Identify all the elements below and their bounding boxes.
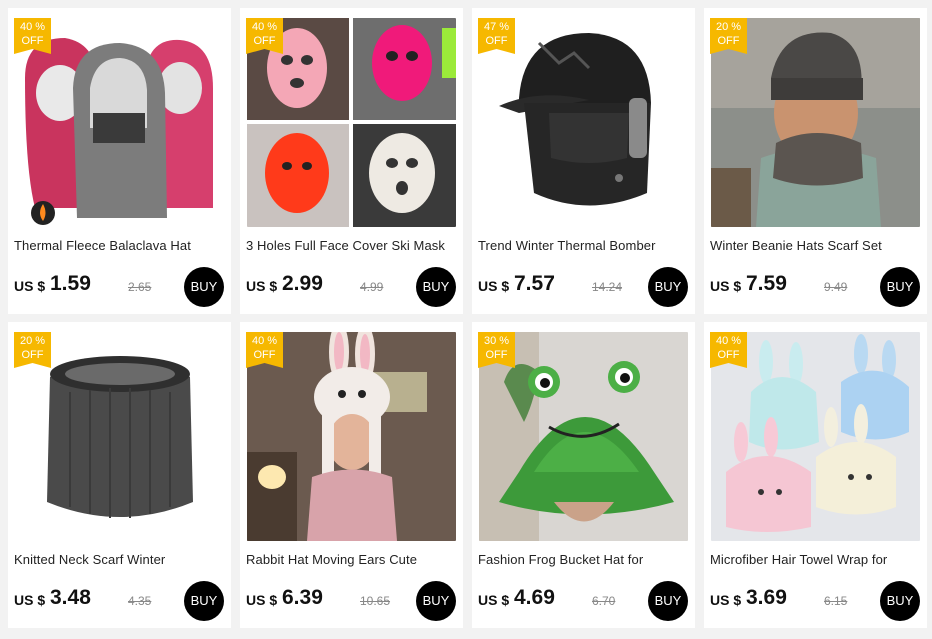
product-card[interactable]: 40 % OFF 3 Holes Full Face Cover Ski Mas… bbox=[240, 8, 463, 314]
discount-badge: 40 % OFF bbox=[710, 332, 747, 368]
product-title[interactable]: Trend Winter Thermal Bomber bbox=[478, 238, 690, 253]
original-price: 10.65 bbox=[360, 594, 391, 608]
product-title[interactable]: Rabbit Hat Moving Ears Cute bbox=[246, 552, 458, 567]
original-price: 6.70 bbox=[592, 594, 616, 608]
discount-unit: % bbox=[499, 21, 510, 33]
discount-off-label: OFF bbox=[21, 35, 44, 47]
product-price: 3.69 bbox=[746, 586, 787, 609]
discount-off-label: OFF bbox=[717, 35, 740, 47]
currency-label: US $ bbox=[710, 278, 742, 294]
product-price: 1.59 bbox=[50, 272, 91, 295]
product-title[interactable]: Winter Beanie Hats Scarf Set bbox=[710, 238, 922, 253]
discount-percent: 47 bbox=[483, 21, 497, 33]
original-price: 4.99 bbox=[360, 280, 384, 294]
discount-badge: 20 % OFF bbox=[14, 332, 51, 368]
buy-button[interactable]: BUY bbox=[880, 581, 920, 621]
discount-unit: % bbox=[267, 335, 278, 347]
original-price: 4.35 bbox=[128, 594, 152, 608]
product-card[interactable]: 40 % OFF Microfiber Hair Towel Wrap for … bbox=[704, 322, 927, 628]
currency-label: US $ bbox=[478, 592, 510, 608]
discount-percent: 20 bbox=[715, 21, 729, 33]
product-card[interactable]: 30 % OFF Fashion Frog Bucket Hat for US … bbox=[472, 322, 695, 628]
discount-off-label: OFF bbox=[485, 349, 508, 361]
discount-percent: 40 bbox=[715, 335, 729, 347]
discount-unit: % bbox=[267, 21, 278, 33]
product-price: 2.99 bbox=[282, 272, 323, 295]
discount-badge: 47 % OFF bbox=[478, 18, 515, 54]
product-title[interactable]: Fashion Frog Bucket Hat for bbox=[478, 552, 690, 567]
product-title[interactable]: 3 Holes Full Face Cover Ski Mask bbox=[246, 238, 458, 253]
buy-button[interactable]: BUY bbox=[416, 267, 456, 307]
discount-badge: 40 % OFF bbox=[246, 18, 283, 54]
discount-unit: % bbox=[35, 21, 46, 33]
discount-badge: 40 % OFF bbox=[246, 332, 283, 368]
product-card[interactable]: 20 % OFF Winter Beanie Hats Scarf Set US… bbox=[704, 8, 927, 314]
buy-button[interactable]: BUY bbox=[648, 581, 688, 621]
product-title[interactable]: Microfiber Hair Towel Wrap for bbox=[710, 552, 922, 567]
discount-percent: 40 bbox=[251, 335, 265, 347]
currency-label: US $ bbox=[14, 278, 46, 294]
currency-label: US $ bbox=[246, 592, 278, 608]
currency-label: US $ bbox=[246, 278, 278, 294]
discount-unit: % bbox=[499, 335, 510, 347]
buy-button[interactable]: BUY bbox=[648, 267, 688, 307]
discount-unit: % bbox=[731, 335, 742, 347]
product-price: 7.57 bbox=[514, 272, 555, 295]
buy-button[interactable]: BUY bbox=[880, 267, 920, 307]
currency-label: US $ bbox=[14, 592, 46, 608]
buy-button[interactable]: BUY bbox=[184, 267, 224, 307]
discount-percent: 30 bbox=[483, 335, 497, 347]
discount-unit: % bbox=[731, 21, 742, 33]
discount-percent: 40 bbox=[19, 21, 33, 33]
discount-badge: 40 % OFF bbox=[14, 18, 51, 54]
original-price: 6.15 bbox=[824, 594, 848, 608]
product-title[interactable]: Knitted Neck Scarf Winter bbox=[14, 552, 226, 567]
product-price: 6.39 bbox=[282, 586, 323, 609]
product-title[interactable]: Thermal Fleece Balaclava Hat bbox=[14, 238, 226, 253]
original-price: 2.65 bbox=[128, 280, 152, 294]
discount-off-label: OFF bbox=[253, 349, 276, 361]
product-price: 7.59 bbox=[746, 272, 787, 295]
product-price: 4.69 bbox=[514, 586, 555, 609]
discount-off-label: OFF bbox=[253, 35, 276, 47]
discount-off-label: OFF bbox=[485, 35, 508, 47]
product-card[interactable]: 20 % OFF Knitted Neck Scarf Winter US $ … bbox=[8, 322, 231, 628]
product-grid: 40 % OFF Thermal Fleece Balaclava Hat US… bbox=[8, 8, 932, 639]
product-card[interactable]: 40 % OFF Thermal Fleece Balaclava Hat US… bbox=[8, 8, 231, 314]
product-price: 3.48 bbox=[50, 586, 91, 609]
discount-percent: 20 bbox=[19, 335, 33, 347]
currency-label: US $ bbox=[478, 278, 510, 294]
buy-button[interactable]: BUY bbox=[416, 581, 456, 621]
currency-label: US $ bbox=[710, 592, 742, 608]
discount-badge: 30 % OFF bbox=[478, 332, 515, 368]
discount-off-label: OFF bbox=[21, 349, 44, 361]
original-price: 9.49 bbox=[824, 280, 848, 294]
product-card[interactable]: 40 % OFF Rabbit Hat Moving Ears Cute US … bbox=[240, 322, 463, 628]
discount-unit: % bbox=[35, 335, 46, 347]
discount-off-label: OFF bbox=[717, 349, 740, 361]
discount-badge: 20 % OFF bbox=[710, 18, 747, 54]
original-price: 14.24 bbox=[592, 280, 623, 294]
buy-button[interactable]: BUY bbox=[184, 581, 224, 621]
discount-percent: 40 bbox=[251, 21, 265, 33]
product-card[interactable]: 47 % OFF Trend Winter Thermal Bomber US … bbox=[472, 8, 695, 314]
